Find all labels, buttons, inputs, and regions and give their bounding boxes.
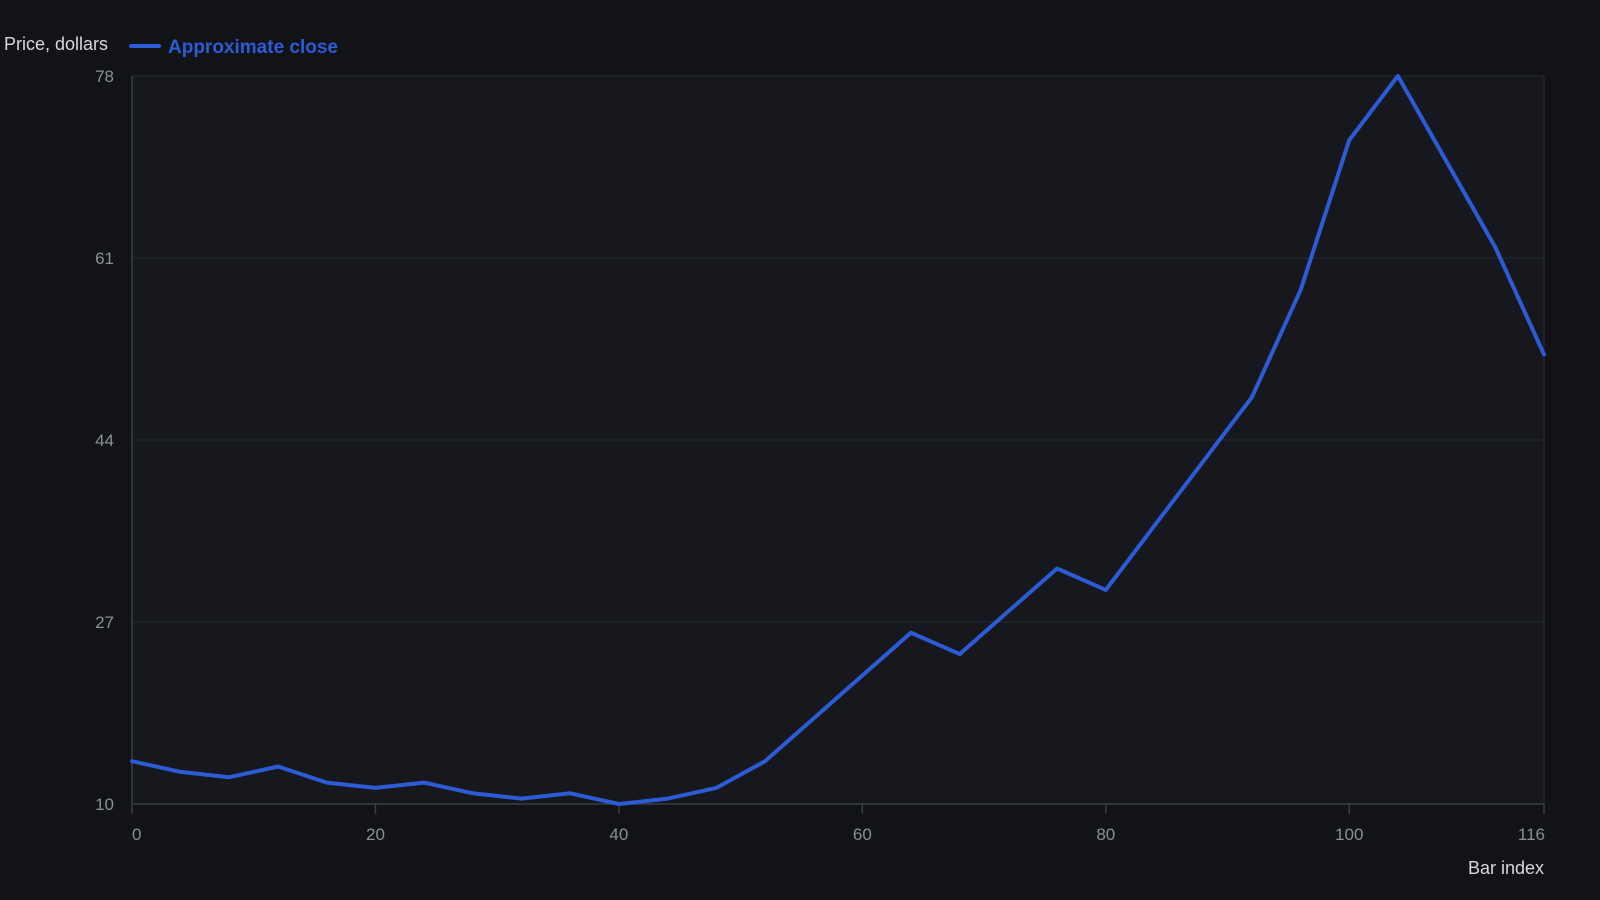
x-tick-label: 80 [1096, 825, 1115, 844]
y-tick-label: 78 [95, 67, 114, 86]
legend: Approximate close [129, 37, 338, 58]
x-tick-label: 0 [132, 825, 141, 844]
x-tick-label: 116 [1518, 825, 1545, 844]
chart-container: 10 27 44 61 78 0 20 40 60 80 100 116 Price, dollars… [0, 0, 1600, 900]
x-tick-label: 60 [853, 825, 872, 844]
y-tick-label: 44 [95, 431, 114, 450]
y-tick-label: 10 [95, 795, 114, 814]
x-tick-label: 40 [609, 825, 628, 844]
legend-label-approximate-close: Approximate close [168, 37, 338, 58]
price-line-chart: 10 27 44 61 78 0 20 40 60 80 100 116 Price, dollars… [4, 34, 1546, 878]
y-axis-title: Price, dollars [4, 34, 108, 54]
x-axis-title: Bar index [1468, 858, 1544, 878]
x-tick-label: 100 [1335, 825, 1363, 844]
y-tick-label: 27 [95, 613, 114, 632]
x-tick-label: 20 [366, 825, 385, 844]
y-tick-label: 61 [95, 249, 114, 268]
